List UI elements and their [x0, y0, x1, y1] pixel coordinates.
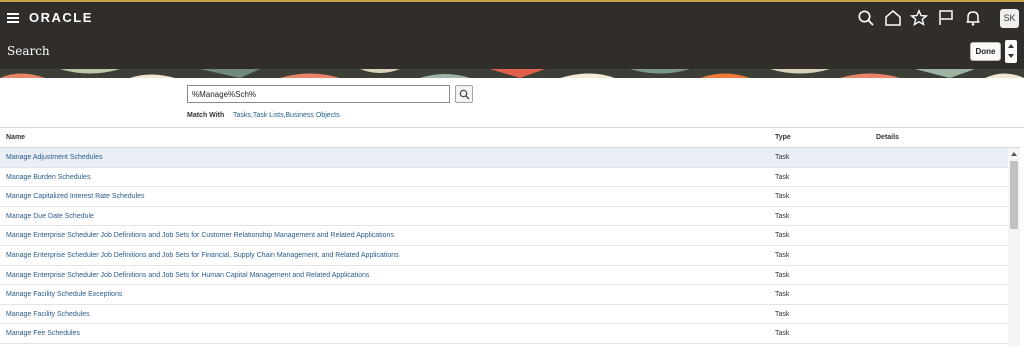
- scrollbar-thumb[interactable]: [1010, 161, 1018, 229]
- done-button[interactable]: Done: [970, 42, 1001, 61]
- decorative-banner: [0, 69, 1024, 78]
- results-table: Manage Adjustment Schedules Task Manage B…: [0, 148, 1008, 344]
- table-row[interactable]: Manage Due Date Schedule Task: [0, 207, 1008, 227]
- avatar[interactable]: SK: [1000, 9, 1019, 28]
- task-name-link[interactable]: Manage Capitalized Interest Rate Schedul…: [6, 193, 145, 200]
- task-type: Task: [775, 232, 790, 240]
- table-row[interactable]: Manage Enterprise Scheduler Job Definiti…: [0, 226, 1008, 246]
- match-with-label: Match With: [187, 112, 225, 119]
- home-icon[interactable]: [884, 9, 902, 27]
- flag-icon[interactable]: [937, 9, 955, 27]
- task-type: Task: [775, 330, 790, 338]
- task-name-link[interactable]: Manage Enterprise Scheduler Job Definiti…: [6, 252, 399, 259]
- task-type: Task: [775, 310, 790, 318]
- search-icon[interactable]: [857, 9, 875, 27]
- bell-icon[interactable]: [964, 9, 982, 27]
- table-row[interactable]: Manage Enterprise Scheduler Job Definiti…: [0, 246, 1008, 266]
- page-title-bar: Search Done: [0, 35, 1024, 69]
- task-name-link[interactable]: Manage Enterprise Scheduler Job Definiti…: [6, 232, 394, 239]
- search-button[interactable]: [455, 85, 473, 103]
- task-name-link[interactable]: Manage Facility Schedule Exceptions: [6, 291, 122, 298]
- table-row[interactable]: Manage Fee Schedules Task: [0, 324, 1008, 344]
- match-with-value[interactable]: Tasks,Task Lists,Business Objects: [233, 112, 340, 119]
- table-row[interactable]: Manage Facility Schedules Task: [0, 305, 1008, 325]
- scroll-up-icon[interactable]: [1011, 152, 1017, 156]
- task-name-link[interactable]: Manage Fee Schedules: [6, 330, 80, 337]
- star-icon[interactable]: [909, 9, 929, 27]
- oracle-logo[interactable]: ORACLE: [29, 10, 93, 25]
- task-type: Task: [775, 271, 790, 279]
- scroll-down-icon[interactable]: [1008, 54, 1014, 58]
- task-type: Task: [775, 193, 790, 201]
- task-name-link[interactable]: Manage Burden Schedules: [6, 174, 90, 181]
- search-input[interactable]: [187, 85, 450, 103]
- table-row[interactable]: Manage Capitalized Interest Rate Schedul…: [0, 187, 1008, 207]
- table-row[interactable]: Manage Burden Schedules Task: [0, 168, 1008, 188]
- table-row[interactable]: Manage Facility Schedule Exceptions Task: [0, 285, 1008, 305]
- task-name-link[interactable]: Manage Adjustment Schedules: [6, 154, 103, 161]
- panel-scroll-control[interactable]: [1005, 40, 1017, 63]
- column-header-type[interactable]: Type: [775, 134, 791, 141]
- task-name-link[interactable]: Manage Due Date Schedule: [6, 213, 94, 220]
- task-type: Task: [775, 154, 790, 161]
- task-name-link[interactable]: Manage Enterprise Scheduler Job Definiti…: [6, 272, 369, 279]
- page-title: Search: [7, 44, 50, 58]
- table-row[interactable]: Manage Enterprise Scheduler Job Definiti…: [0, 266, 1008, 286]
- column-header-name[interactable]: Name: [6, 134, 25, 141]
- task-type: Task: [775, 291, 790, 299]
- column-header-details[interactable]: Details: [876, 134, 899, 141]
- task-name-link[interactable]: Manage Facility Schedules: [6, 311, 90, 318]
- task-type: Task: [775, 173, 790, 181]
- divider: [0, 127, 1024, 128]
- table-scrollbar[interactable]: [1008, 148, 1020, 346]
- table-row[interactable]: Manage Adjustment Schedules Task: [0, 148, 1008, 168]
- scroll-up-icon[interactable]: [1008, 44, 1014, 48]
- global-header: ORACLE SK: [0, 0, 1024, 35]
- task-type: Task: [775, 251, 790, 259]
- task-type: Task: [775, 212, 790, 220]
- search-icon: [459, 89, 470, 100]
- menu-icon[interactable]: [7, 13, 19, 23]
